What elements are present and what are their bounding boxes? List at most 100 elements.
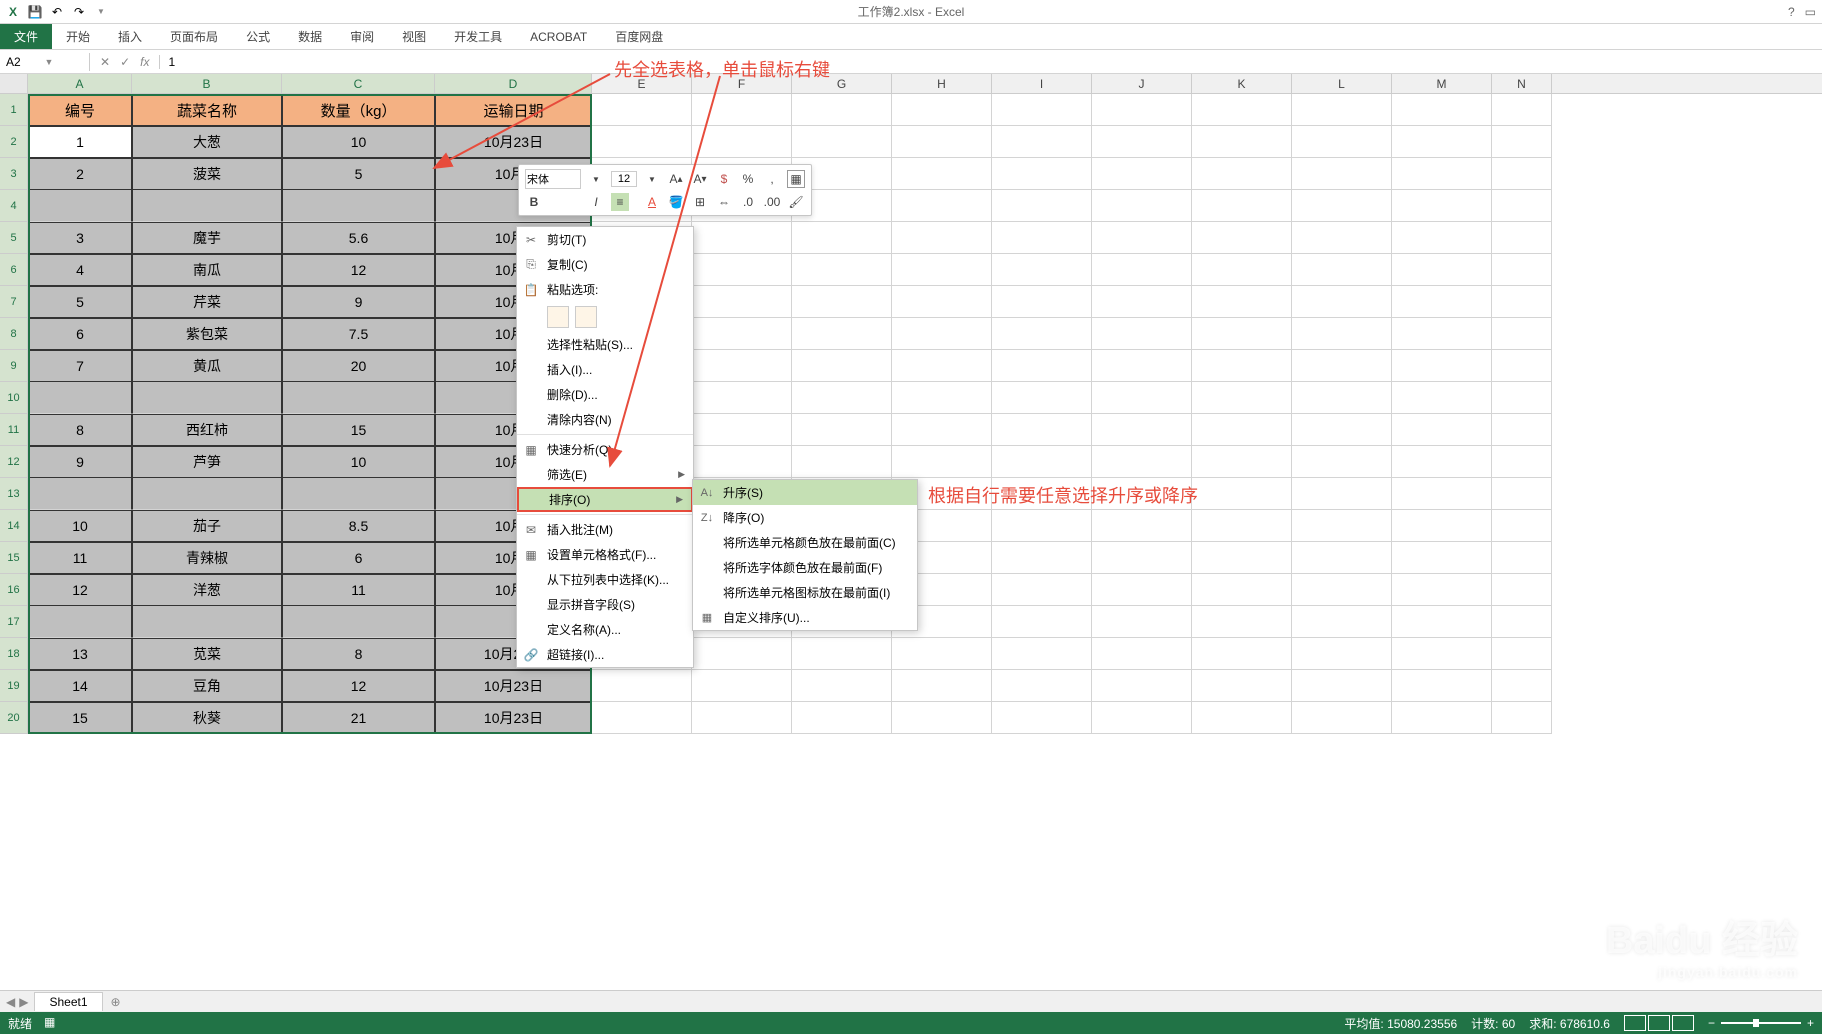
col-header-B[interactable]: B	[132, 74, 282, 93]
col-header-K[interactable]: K	[1192, 74, 1292, 93]
row-header-3[interactable]: 3	[0, 158, 28, 190]
merge-icon[interactable]: ⇔	[715, 193, 733, 211]
ribbon-display-icon[interactable]: ▭	[1805, 5, 1816, 19]
menu-item[interactable]: 📋粘贴选项:	[517, 277, 693, 302]
empty-cell[interactable]	[992, 414, 1092, 446]
data-cell[interactable]	[28, 382, 132, 414]
empty-cell[interactable]	[992, 574, 1092, 606]
data-cell[interactable]	[132, 190, 282, 222]
data-cell[interactable]	[28, 478, 132, 510]
empty-cell[interactable]	[1392, 574, 1492, 606]
empty-cell[interactable]	[1092, 510, 1192, 542]
empty-cell[interactable]	[1192, 702, 1292, 734]
header-cell[interactable]: 编号	[28, 94, 132, 126]
data-cell[interactable]: 8	[28, 414, 132, 446]
empty-cell[interactable]	[1392, 542, 1492, 574]
empty-cell[interactable]	[692, 414, 792, 446]
data-cell[interactable]: 黄瓜	[132, 350, 282, 382]
format-table-icon[interactable]: ▦	[787, 170, 805, 188]
empty-cell[interactable]	[1492, 702, 1552, 734]
empty-cell[interactable]	[1392, 510, 1492, 542]
page-layout-view-icon[interactable]	[1648, 1015, 1670, 1031]
empty-cell[interactable]	[892, 222, 992, 254]
empty-cell[interactable]	[1092, 606, 1192, 638]
row-header-11[interactable]: 11	[0, 414, 28, 446]
empty-cell[interactable]	[1292, 638, 1392, 670]
tab-review[interactable]: 审阅	[336, 24, 388, 49]
empty-cell[interactable]	[1392, 478, 1492, 510]
empty-cell[interactable]	[592, 94, 692, 126]
empty-cell[interactable]	[1492, 414, 1552, 446]
empty-cell[interactable]	[1292, 510, 1392, 542]
empty-cell[interactable]	[992, 350, 1092, 382]
empty-cell[interactable]	[592, 702, 692, 734]
menu-item[interactable]: ✉插入批注(M)	[517, 517, 693, 542]
empty-cell[interactable]	[1092, 478, 1192, 510]
data-cell[interactable]: 6	[28, 318, 132, 350]
row-header-20[interactable]: 20	[0, 702, 28, 734]
empty-cell[interactable]	[1192, 542, 1292, 574]
italic-icon[interactable]: I	[587, 193, 605, 211]
data-cell[interactable]: 2	[28, 158, 132, 190]
data-cell[interactable]: 9	[28, 446, 132, 478]
empty-cell[interactable]	[1192, 510, 1292, 542]
data-cell[interactable]: 20	[282, 350, 435, 382]
data-cell[interactable]: 青辣椒	[132, 542, 282, 574]
empty-cell[interactable]	[1292, 94, 1392, 126]
empty-cell[interactable]	[992, 382, 1092, 414]
empty-cell[interactable]	[992, 318, 1092, 350]
row-header-8[interactable]: 8	[0, 318, 28, 350]
empty-cell[interactable]	[1492, 606, 1552, 638]
empty-cell[interactable]	[692, 286, 792, 318]
empty-cell[interactable]	[792, 638, 892, 670]
empty-cell[interactable]	[1292, 542, 1392, 574]
data-cell[interactable]: 9	[282, 286, 435, 318]
col-header-I[interactable]: I	[992, 74, 1092, 93]
col-header-A[interactable]: A	[28, 74, 132, 93]
data-cell[interactable]: 11	[28, 542, 132, 574]
data-cell[interactable]	[282, 478, 435, 510]
empty-cell[interactable]	[792, 94, 892, 126]
empty-cell[interactable]	[1492, 510, 1552, 542]
empty-cell[interactable]	[1392, 158, 1492, 190]
empty-cell[interactable]	[892, 190, 992, 222]
empty-cell[interactable]	[792, 702, 892, 734]
decimal-dec-icon[interactable]: .00	[763, 193, 781, 211]
paste-option-1[interactable]	[575, 306, 597, 328]
normal-view-icon[interactable]	[1624, 1015, 1646, 1031]
empty-cell[interactable]	[1492, 638, 1552, 670]
empty-cell[interactable]	[1292, 414, 1392, 446]
empty-cell[interactable]	[1492, 574, 1552, 606]
tab-layout[interactable]: 页面布局	[156, 24, 232, 49]
font-name-select[interactable]: 宋体	[525, 169, 581, 189]
menu-item[interactable]: 排序(O)▶	[517, 487, 693, 512]
data-cell[interactable]: 14	[28, 670, 132, 702]
paste-option-0[interactable]	[547, 306, 569, 328]
data-cell[interactable]	[132, 606, 282, 638]
empty-cell[interactable]	[992, 222, 1092, 254]
empty-cell[interactable]	[1192, 478, 1292, 510]
decimal-inc-icon[interactable]: .0	[739, 193, 757, 211]
empty-cell[interactable]	[1292, 574, 1392, 606]
empty-cell[interactable]	[792, 254, 892, 286]
data-cell[interactable]	[282, 606, 435, 638]
empty-cell[interactable]	[1292, 702, 1392, 734]
row-header-10[interactable]: 10	[0, 382, 28, 414]
empty-cell[interactable]	[1192, 446, 1292, 478]
font-size-select[interactable]: 12	[611, 171, 637, 187]
data-cell[interactable]: 紫包菜	[132, 318, 282, 350]
empty-cell[interactable]	[1292, 126, 1392, 158]
row-header-5[interactable]: 5	[0, 222, 28, 254]
empty-cell[interactable]	[1092, 350, 1192, 382]
empty-cell[interactable]	[1092, 382, 1192, 414]
empty-cell[interactable]	[892, 382, 992, 414]
empty-cell[interactable]	[1192, 350, 1292, 382]
empty-cell[interactable]	[1192, 318, 1292, 350]
data-cell[interactable]: 12	[28, 574, 132, 606]
data-cell[interactable]: 10月23日	[435, 670, 592, 702]
empty-cell[interactable]	[1492, 190, 1552, 222]
data-cell[interactable]: 11	[282, 574, 435, 606]
row-header-2[interactable]: 2	[0, 126, 28, 158]
data-cell[interactable]	[28, 606, 132, 638]
empty-cell[interactable]	[692, 702, 792, 734]
